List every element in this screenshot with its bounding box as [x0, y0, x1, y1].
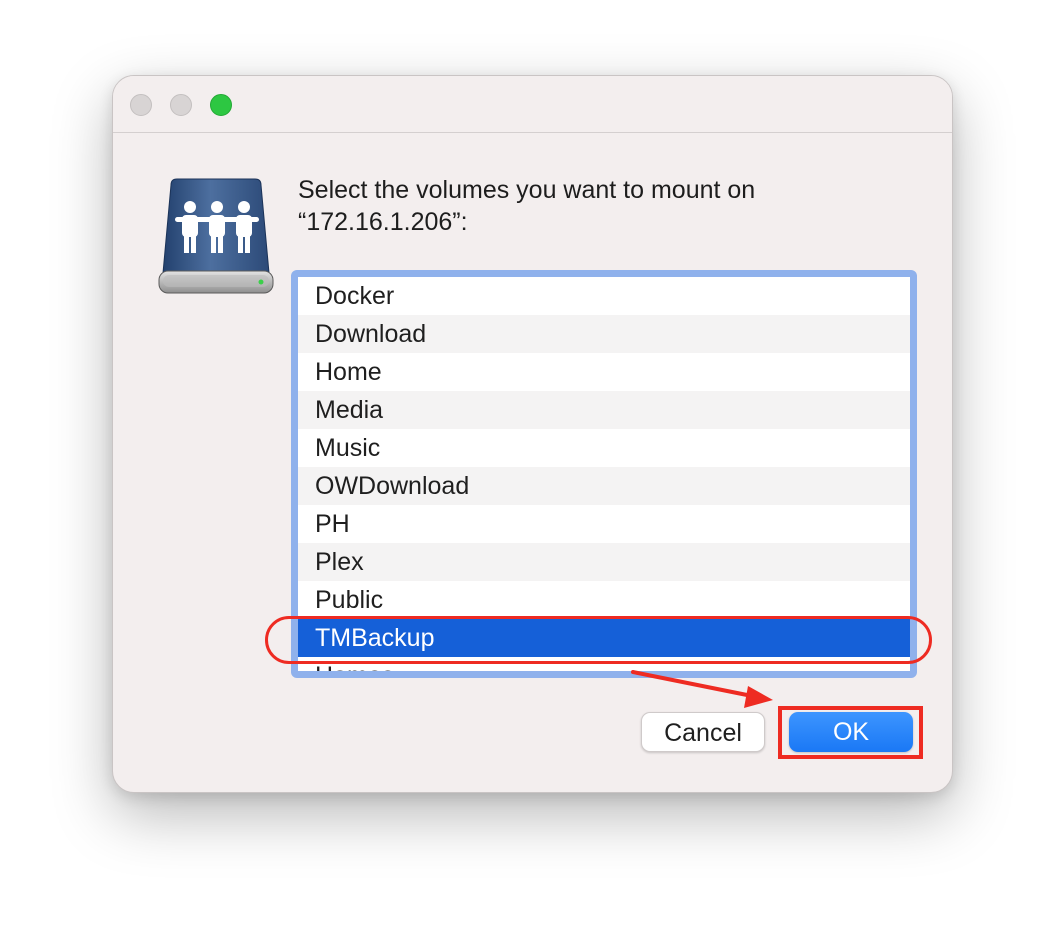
volume-item[interactable]: Plex: [298, 543, 910, 581]
selected-volume-annotation: [265, 616, 932, 664]
prompt-line-1: Select the volumes you want to mount on: [298, 176, 756, 204]
volume-item[interactable]: PH: [298, 505, 910, 543]
minimize-window-button[interactable]: [170, 94, 192, 116]
volume-item[interactable]: Download: [298, 315, 910, 353]
volume-item[interactable]: Music: [298, 429, 910, 467]
volume-item[interactable]: OWDownload: [298, 467, 910, 505]
volume-list[interactable]: Docker Download Home Media Music OWDownl…: [298, 277, 910, 671]
cancel-button[interactable]: Cancel: [641, 712, 765, 752]
mount-prompt: Select the volumes you want to mount on …: [298, 174, 858, 238]
volume-item[interactable]: Media: [298, 391, 910, 429]
network-server-icon: [158, 178, 274, 294]
volume-item[interactable]: Public: [298, 581, 910, 619]
prompt-line-2: “172.16.1.206”:: [298, 208, 468, 236]
mount-volumes-dialog: Select the volumes you want to mount on …: [112, 75, 953, 793]
title-bar: [113, 76, 952, 133]
volume-item[interactable]: Docker: [298, 277, 910, 315]
volume-item[interactable]: Home: [298, 353, 910, 391]
close-window-button[interactable]: [130, 94, 152, 116]
zoom-window-button[interactable]: [210, 94, 232, 116]
ok-button-annotation: [778, 706, 923, 759]
screenshot-stage: Select the volumes you want to mount on …: [0, 0, 1064, 940]
